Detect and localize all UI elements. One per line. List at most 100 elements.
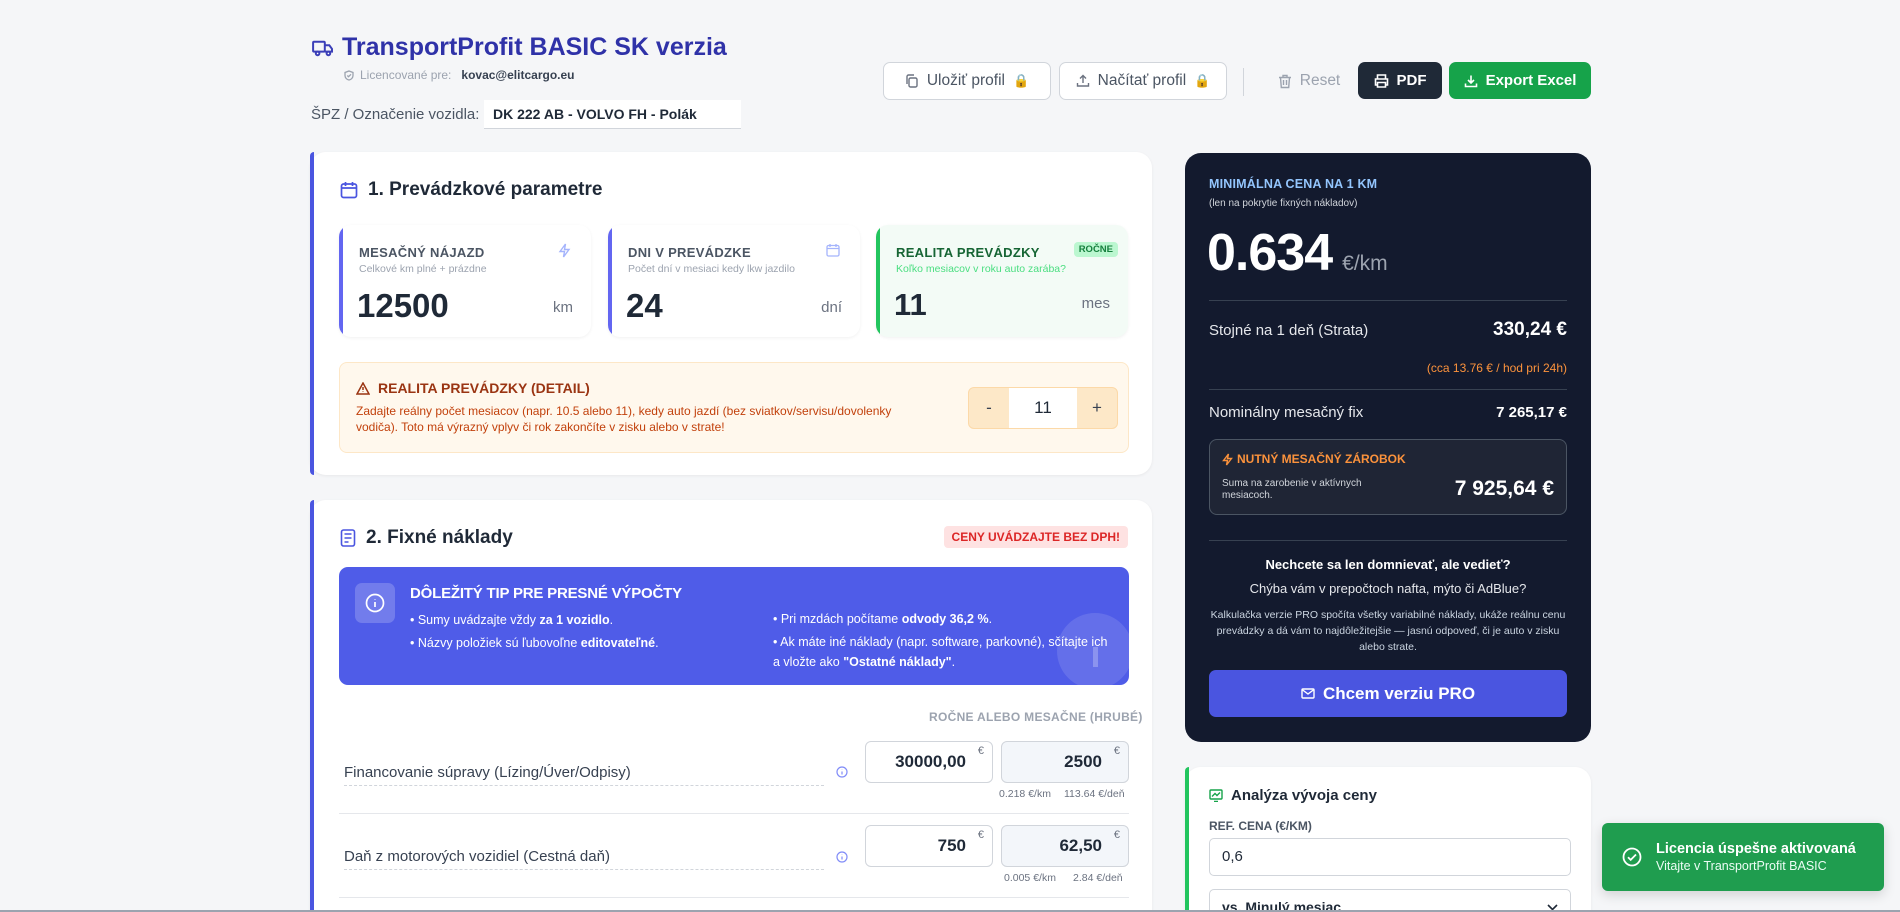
cost-row-name[interactable]: Financovanie súpravy (Lízing/Úver/Odpisy… (344, 764, 824, 786)
mail-icon (1301, 688, 1315, 699)
vehicle-label: ŠPZ / Označenie vozidla: (311, 106, 480, 123)
row-divider (339, 813, 1129, 814)
reality-label: REALITA PREVÁDZKY (896, 245, 1040, 260)
tip-right-col: • Pri mzdách počítame odvody 36,2 %. • A… (773, 609, 1113, 672)
divider (1209, 540, 1567, 541)
stepper-plus-button[interactable]: + (1077, 398, 1117, 418)
daily-cost-label: Stojné na 1 deň (Strata) (1209, 322, 1369, 339)
per-km: 0.218 €/km (999, 788, 1051, 800)
analysis-title: Analýza vývoja ceny (1231, 787, 1377, 804)
get-pro-label: Chcem verziu PRO (1322, 683, 1476, 703)
chart-icon (1209, 789, 1223, 802)
calendar-icon (826, 243, 840, 257)
trash-icon (1278, 74, 1292, 89)
reality-detail-header: REALITA PREVÁDZKY (DETAIL) (356, 380, 590, 396)
load-profile-button[interactable]: Načítať profil 🔒 (1059, 62, 1227, 100)
months-stepper[interactable]: - 11 + (968, 387, 1118, 429)
stepper-value[interactable]: 11 (1009, 388, 1077, 428)
copy-icon (905, 74, 919, 88)
tip-line-2: • Názvy položiek sú ľubovoľne editovateľ… (410, 632, 750, 655)
card-accent (608, 225, 612, 337)
needed-earnings-box: NUTNÝ MESAČNÝ ZÁROBOK Suma na zarobenie … (1209, 439, 1567, 515)
card-accent (876, 225, 880, 337)
card-accent (1185, 767, 1189, 912)
tip-strong: editovateľné (580, 636, 656, 650)
yearly-input[interactable]: 30000,00 € (865, 741, 993, 783)
upload-icon (1076, 74, 1090, 88)
reality-value[interactable]: 11 (894, 287, 927, 323)
row-divider (339, 897, 1129, 898)
comparison-select[interactable]: vs. Minulý mesiac (1209, 889, 1571, 912)
vehicle-input[interactable]: DK 222 AB - VOLVO FH - Polák (484, 100, 741, 129)
info-icon[interactable] (836, 766, 848, 778)
yearly-value: 30000,00 (895, 752, 966, 771)
tip-text: . (988, 612, 993, 626)
printer-icon (1374, 73, 1389, 88)
tip-text: . (609, 613, 614, 627)
warning-icon (356, 381, 370, 395)
reset-button[interactable]: Reset (1264, 62, 1354, 100)
app-title: TransportProfit BASIC SK verzia (342, 33, 727, 61)
shield-icon (344, 69, 354, 81)
section-2-header: 2. Fixné náklady (340, 527, 513, 549)
min-price-unit: €/km (1342, 252, 1388, 275)
mileage-sub: Celkové km plné + prázdne (359, 263, 487, 275)
euro-symbol: € (977, 745, 984, 757)
column-header: ROČNE ALEBO MESAČNE (HRUBÉ) (929, 710, 1143, 724)
result-panel: MINIMÁLNA CENA NA 1 KM (len na pokrytie … (1185, 153, 1591, 742)
tip-strong: "Ostatné náklady" (843, 655, 952, 669)
promo-subtitle: Chýba vám v prepočtoch nafta, mýto či Ad… (1249, 581, 1527, 596)
monthly-value: 62,50 (1059, 836, 1102, 855)
reality-unit: mes (1081, 295, 1110, 312)
days-label: DNI V PREVÁDZKE (628, 245, 751, 260)
app-header: TransportProfit BASIC SK verzia (312, 33, 727, 62)
min-price-subtitle: (len na pokrytie fixných nákladov) (1209, 198, 1358, 209)
price-analysis-card: Analýza vývoja ceny REF. CENA (€/KM) 0,6… (1185, 767, 1591, 912)
success-toast[interactable]: Licencia úspešne aktivovaná Vitajte v Tr… (1602, 823, 1884, 891)
promo-question: Nechcete sa len domnievať, ale vedieť? (1265, 557, 1511, 572)
euro-symbol: € (977, 829, 984, 841)
ref-price-value: 0,6 (1222, 848, 1243, 865)
tip-line-4: • Ak máte iné náklady (napr. software, p… (773, 632, 1113, 672)
tip-text: . (655, 636, 659, 650)
min-price-value: 0.634 (1207, 224, 1333, 282)
mileage-label: MESAČNÝ NÁJAZD (359, 245, 485, 260)
per-day: 2.84 €/deň (1073, 872, 1123, 884)
stepper-minus-button[interactable]: - (969, 398, 1009, 418)
tip-strong: odvody 36,2 % (901, 612, 989, 626)
no-vat-badge: CENY UVÁDZAJTE BEZ DPH! (943, 526, 1128, 548)
yearly-badge: ROČNE (1073, 242, 1118, 257)
cost-row-name[interactable]: Daň z motorových vozidiel (Cestná daň) (344, 848, 824, 870)
tip-title: DÔLEŽITÝ TIP PRE PRESNÉ VÝPOČTY (410, 585, 682, 602)
download-icon (1464, 74, 1478, 88)
monthly-input[interactable]: 2500 € (1001, 741, 1129, 783)
days-value[interactable]: 24 (626, 287, 663, 325)
load-profile-label: Načítať profil (1097, 72, 1187, 89)
divider (1209, 389, 1567, 390)
toolbar-divider (1243, 68, 1244, 96)
yearly-value: 750 (937, 836, 966, 855)
days-operation-card[interactable]: DNI V PREVÁDZKE Počet dní v mesiaci kedy… (608, 225, 860, 337)
export-excel-label: Export Excel (1485, 72, 1577, 89)
reality-detail-title: REALITA PREVÁDZKY (DETAIL) (378, 380, 590, 396)
save-profile-button[interactable]: Uložiť profil 🔒 (883, 62, 1051, 100)
get-pro-button[interactable]: Chcem verziu PRO (1209, 670, 1567, 717)
reality-card[interactable]: REALITA PREVÁDZKY Koľko mesiacov v roku … (876, 225, 1128, 337)
section-1-header: 1. Prevádzkové parametre (340, 179, 602, 201)
days-sub: Počet dní v mesiaci kedy lkw jazdilo (628, 263, 795, 275)
monthly-mileage-card[interactable]: MESAČNÝ NÁJAZD Celkové km plné + prázdne… (339, 225, 591, 337)
per-day: 113.64 €/deň (1064, 788, 1125, 800)
pdf-button[interactable]: PDF (1358, 62, 1442, 99)
export-excel-button[interactable]: Export Excel (1449, 62, 1591, 99)
info-icon[interactable] (836, 851, 848, 863)
min-price-title: MINIMÁLNA CENA NA 1 KM (1209, 177, 1378, 191)
needed-earnings-header: NUTNÝ MESAČNÝ ZÁROBOK (1222, 452, 1406, 466)
yearly-input[interactable]: 750 € (865, 825, 993, 867)
section-1-title: 1. Prevádzkové parametre (368, 179, 603, 200)
days-unit: dní (821, 299, 842, 316)
mileage-value[interactable]: 12500 (357, 287, 449, 325)
mileage-unit: km (553, 299, 573, 316)
monthly-input[interactable]: 62,50 € (1001, 825, 1129, 867)
ref-price-input[interactable]: 0,6 (1209, 838, 1571, 876)
euro-symbol: € (1113, 745, 1120, 757)
